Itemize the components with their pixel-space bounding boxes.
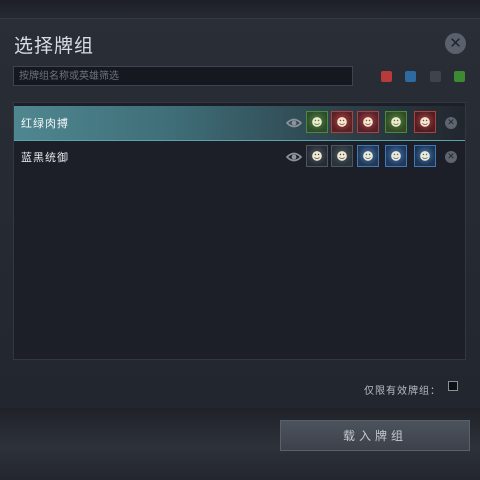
top-strip xyxy=(0,0,480,19)
hero-portrait-red-icon: ☻ xyxy=(357,111,379,133)
valid-decks-only-checkbox[interactable] xyxy=(448,381,458,391)
blue-filter-button[interactable] xyxy=(405,71,416,82)
dialog-title: 选择牌组 xyxy=(14,35,95,57)
delete-deck-icon[interactable]: ✕ xyxy=(445,151,457,163)
black-filter-button[interactable] xyxy=(430,71,441,82)
hero-portrait-green-icon: ☻ xyxy=(385,111,407,133)
close-icon[interactable]: ✕ xyxy=(445,33,466,54)
hero-portrait-black-icon: ☻ xyxy=(331,145,353,167)
hero-portrait-black-icon: ☻ xyxy=(306,145,328,167)
hero-portrait-red-icon: ☻ xyxy=(331,111,353,133)
deck-name: 红绿肉搏 xyxy=(21,117,69,130)
load-deck-button[interactable]: 载入牌组 xyxy=(280,420,470,451)
valid-decks-only-label: 仅限有效牌组： xyxy=(364,386,441,397)
select-deck-dialog: 选择牌组 ✕ 红绿肉搏☻☻☻☻☻✕蓝黑统御☻☻☻☻☻✕ 仅限有效牌组： xyxy=(0,0,480,408)
deck-name: 蓝黑统御 xyxy=(21,151,69,164)
hero-portrait-blue-icon: ☻ xyxy=(357,145,379,167)
deck-search-input[interactable] xyxy=(13,66,353,86)
hero-portrait-blue-icon: ☻ xyxy=(385,145,407,167)
hero-portrait-blue-icon: ☻ xyxy=(414,145,436,167)
eye-icon[interactable] xyxy=(286,151,302,163)
hero-portrait-green-icon: ☻ xyxy=(306,111,328,133)
delete-deck-icon[interactable]: ✕ xyxy=(445,117,457,129)
deck-row[interactable]: 红绿肉搏 ☻ ☻ ☻ ☻ ☻ ✕ xyxy=(14,106,465,141)
deck-list: 红绿肉搏 ☻ ☻ ☻ ☻ ☻ ✕ 蓝黑统御 ☻ ☻ ☻ ☻ ☻ ✕ xyxy=(13,102,466,360)
green-filter-button[interactable] xyxy=(454,71,465,82)
hero-portrait-red-icon: ☻ xyxy=(414,111,436,133)
red-filter-button[interactable] xyxy=(381,71,392,82)
eye-icon[interactable] xyxy=(286,117,302,129)
deck-row[interactable]: 蓝黑统御 ☻ ☻ ☻ ☻ ☻ ✕ xyxy=(14,140,465,174)
